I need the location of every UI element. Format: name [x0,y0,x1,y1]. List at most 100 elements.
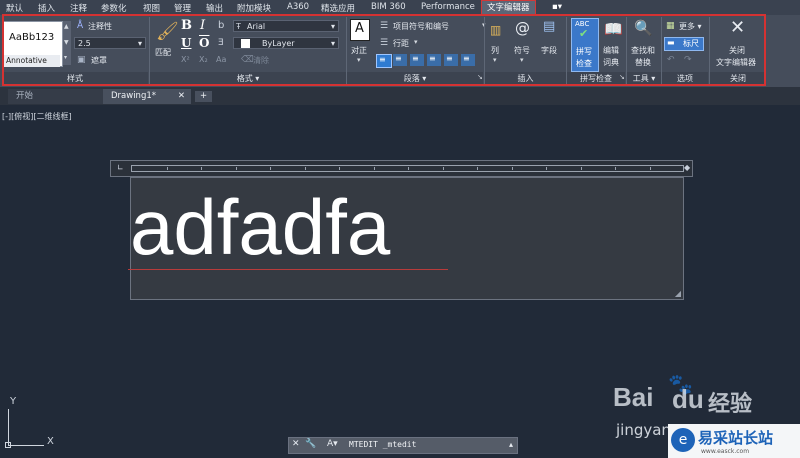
italic-button[interactable]: I [200,18,205,33]
text-case-icon[interactable]: Ǝ [218,38,224,48]
annotative-style-row[interactable]: Annotative [4,55,60,67]
menu-tab-bim360[interactable]: BIM 360 [371,2,406,12]
close-editor-label-2[interactable]: 文字编辑器 [716,57,756,68]
distribute-button[interactable]: ≡ [461,54,475,66]
chevron-down-icon[interactable]: ▾ [414,38,418,46]
dictionary-icon[interactable]: 📖 [604,20,623,38]
mask-button[interactable]: 遮罩 [91,55,107,66]
ruler-tick [166,167,168,170]
tools-panel-title-text: 工具 ▾ [632,74,656,83]
easck-watermark: e 易采站长站 www.easck.com [668,424,800,458]
resize-handle-icon[interactable]: ◢ [675,289,681,298]
font-dropdown[interactable]: Ŧ Arial ▾ [233,20,339,32]
menu-tab-view[interactable]: 视图 [143,2,160,14]
wrench-icon[interactable]: 🔧 [305,439,316,449]
underline-button[interactable]: U [181,36,191,50]
chevron-down-icon[interactable]: ▼ [64,39,69,46]
ruler-tick [235,167,237,170]
close-editor-label-1[interactable]: 关闭 [729,45,745,56]
align-center-button[interactable]: ≡ [410,54,424,66]
new-tab-button[interactable]: + [195,91,212,102]
chevron-down-icon[interactable]: ▾ [357,56,361,64]
justify-button-label[interactable]: 对正 [351,45,367,56]
match-brush-icon[interactable]: 🖌 [156,21,179,42]
chevron-down-icon[interactable]: ▾ [520,56,524,64]
undo-icon[interactable]: ↶ [667,55,675,65]
ruler-width-handle-icon[interactable]: ◆ [684,163,690,172]
expand-icon[interactable]: ▾ [64,54,67,61]
close-icon[interactable]: ✕ [292,439,300,449]
justify-align-button[interactable]: ≡ [444,54,458,66]
text-height-value: 2.5 [78,39,91,48]
field-icon[interactable]: ▤ [543,19,555,34]
menu-tab-text-editor[interactable]: 文字编辑器 [481,0,536,15]
close-panel-title: 关闭 [710,72,766,85]
symbol-button-label[interactable]: 符号 [514,45,530,56]
spell-check-button[interactable]: ABC ✔ 拼写 检查 [571,18,599,72]
menu-tab-default[interactable]: 默认 [6,2,23,14]
edit-dictionary-label-2[interactable]: 词典 [603,57,619,68]
find-replace-label-2[interactable]: 替换 [635,57,651,68]
spell-check-label-2: 检查 [576,59,592,68]
align-right-button[interactable]: ≡ [427,54,441,66]
annotative-toggle-label[interactable]: 注释性 [88,21,112,32]
command-input[interactable]: MTEDIT _mtedit [349,440,416,449]
chevron-down-icon[interactable]: ▾ [493,56,497,64]
find-replace-label-1[interactable]: 查找和 [631,45,655,56]
clear-format-button[interactable]: 清除 [253,55,269,66]
close-tab-icon[interactable]: ✕ [178,89,185,104]
align-left-button[interactable]: ≡ [393,54,407,66]
menu-tab-insert[interactable]: 插入 [38,2,55,14]
match-button-label[interactable]: 匹配 [155,47,171,58]
change-case-button[interactable]: Aa [216,55,226,64]
paragraph-panel-title-text: 段落 ▾ [403,74,427,83]
justify-icon[interactable]: A [350,19,370,41]
subscript-button[interactable]: X₂ [199,55,208,64]
viewport-controls-label[interactable]: [-][俯视][二维线框] [2,111,72,122]
mtext-content[interactable]: adfadfa [130,180,390,274]
menu-tab-annotate[interactable]: 注释 [70,2,87,14]
ribbon: AaBb123 Annotative ▲ ▼ ▾ Å 注释性 2.5 ▾ ▣ 遮… [0,15,800,87]
overline-button[interactable]: O [199,36,209,50]
chevron-up-icon[interactable]: ▴ [509,440,513,449]
menu-tab-addins[interactable]: 附加模块 [237,2,271,14]
color-dropdown[interactable]: ByLayer ▾ [233,37,339,49]
redo-icon[interactable]: ↷ [684,55,692,65]
edit-dictionary-label-1[interactable]: 编辑 [603,45,619,56]
align-default-button[interactable]: ≡ [376,54,392,68]
columns-icon[interactable]: ▥ [490,23,501,37]
menu-overflow-button[interactable]: ▪▾ [552,2,562,12]
bold-button[interactable]: B [181,18,192,33]
symbol-at-icon[interactable]: @ [515,19,530,37]
style-scroll-arrows[interactable]: ▲ ▼ ▾ [63,21,71,65]
close-icon[interactable]: ✕ [730,17,745,38]
strikethrough-button[interactable]: b [218,20,224,31]
tab-drawing1[interactable]: Drawing1* ✕ [103,89,191,104]
menu-tab-parametric[interactable]: 参数化 [101,2,127,14]
menu-tab-a360[interactable]: A360 [287,2,309,12]
bullets-numbering-button[interactable]: 项目符号和编号 [393,21,449,32]
text-height-dropdown[interactable]: 2.5 ▾ [74,37,146,49]
columns-button-label[interactable]: 列 [491,45,499,56]
panel-launcher-icon[interactable]: ↘ [477,73,483,81]
find-replace-icon[interactable]: 🔍 [634,19,653,37]
field-button-label[interactable]: 字段 [541,45,557,56]
tab-stop-icon[interactable]: ∟ [117,163,124,172]
more-options-icon: ▦ [666,21,675,31]
chevron-up-icon[interactable]: ▲ [64,23,69,30]
truetype-font-icon: Ŧ [236,22,241,31]
command-line[interactable]: ✕ 🔧 A▾ MTEDIT _mtedit ▴ [288,437,518,454]
baidu-logo-text: Bai [613,382,654,412]
menu-tab-performance[interactable]: Performance [421,2,475,12]
menu-tab-output[interactable]: 输出 [206,2,223,14]
menu-tab-manage[interactable]: 管理 [174,2,191,14]
line-spacing-button[interactable]: 行距 [393,38,409,49]
ruler-tick [373,167,375,170]
panel-launcher-icon[interactable]: ↘ [619,73,625,81]
menu-tab-featured-apps[interactable]: 精选应用 [321,2,355,14]
more-options-button[interactable]: 更多 ▾ [679,21,702,32]
text-ruler[interactable]: ∟ ◆ [110,160,693,177]
tab-start[interactable]: 开始 [8,89,103,104]
ruler-toggle-button[interactable]: ▬ 标尺 [664,37,704,51]
superscript-button[interactable]: X² [181,55,190,64]
